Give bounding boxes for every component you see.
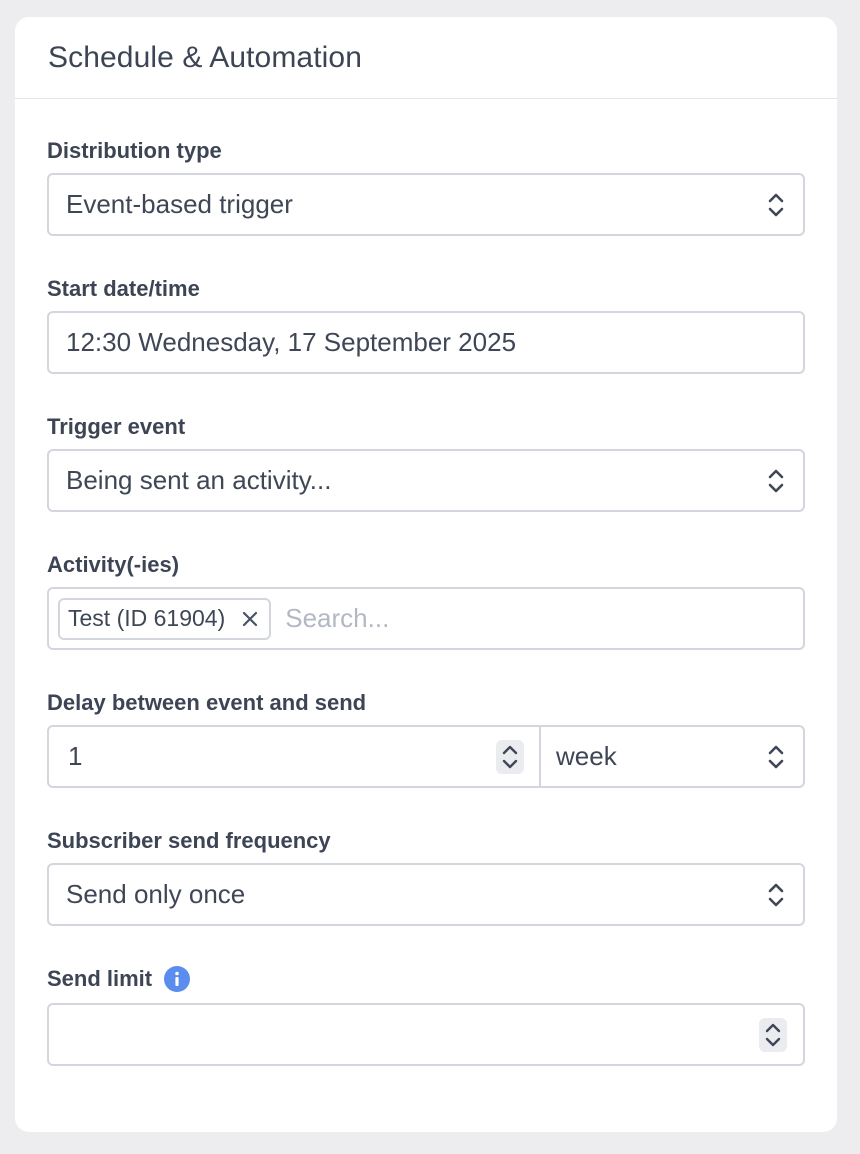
trigger-event-select[interactable]: Being sent an activity... bbox=[47, 449, 805, 512]
start-datetime-input[interactable]: 12:30 Wednesday, 17 September 2025 bbox=[47, 311, 805, 374]
card-body: Distribution type Event-based trigger St… bbox=[15, 136, 837, 1066]
stepper-updown-icon bbox=[765, 1023, 781, 1046]
activity-chip-label: Test (ID 61904) bbox=[68, 605, 226, 631]
activities-multiselect[interactable]: Test (ID 61904) bbox=[47, 587, 805, 650]
send-limit-label-row: Send limit bbox=[47, 964, 805, 994]
delay-amount-input[interactable]: 1 bbox=[49, 727, 541, 786]
close-icon[interactable] bbox=[241, 610, 259, 628]
activities-field: Activity(-ies) Test (ID 61904) bbox=[47, 550, 805, 650]
send-frequency-value: Send only once bbox=[66, 879, 246, 909]
send-frequency-label: Subscriber send frequency bbox=[47, 828, 331, 853]
send-limit-stepper[interactable] bbox=[759, 1017, 787, 1052]
send-limit-field: Send limit bbox=[47, 964, 805, 1066]
trigger-event-value: Being sent an activity... bbox=[66, 465, 332, 495]
stepper-updown-icon bbox=[502, 745, 518, 768]
select-updown-icon bbox=[768, 193, 784, 216]
delay-unit-value: week bbox=[556, 741, 617, 771]
distribution-type-label: Distribution type bbox=[47, 138, 222, 163]
select-updown-icon bbox=[768, 469, 784, 492]
activity-chip: Test (ID 61904) bbox=[58, 597, 272, 640]
send-frequency-select[interactable]: Send only once bbox=[47, 863, 805, 926]
card-title: Schedule & Automation bbox=[48, 41, 362, 74]
select-updown-icon bbox=[768, 883, 784, 906]
delay-unit-select[interactable]: week bbox=[541, 727, 803, 786]
activities-label: Activity(-ies) bbox=[47, 552, 180, 577]
delay-label: Delay between event and send bbox=[47, 690, 367, 715]
delay-group: 1 week bbox=[47, 725, 805, 788]
delay-stepper[interactable] bbox=[496, 739, 524, 774]
send-limit-input[interactable] bbox=[47, 1003, 805, 1066]
delay-field: Delay between event and send 1 week bbox=[47, 688, 805, 788]
delay-amount-value: 1 bbox=[68, 741, 83, 771]
activities-search-input[interactable] bbox=[285, 603, 586, 634]
schedule-automation-card: Schedule & Automation Distribution type … bbox=[15, 17, 837, 1132]
distribution-type-select[interactable]: Event-based trigger bbox=[47, 173, 805, 236]
start-datetime-label: Start date/time bbox=[47, 276, 200, 301]
trigger-event-field: Trigger event Being sent an activity... bbox=[47, 412, 805, 512]
distribution-type-field: Distribution type Event-based trigger bbox=[47, 136, 805, 236]
trigger-event-label: Trigger event bbox=[47, 414, 186, 439]
send-limit-label: Send limit bbox=[47, 966, 153, 991]
send-frequency-field: Subscriber send frequency Send only once bbox=[47, 826, 805, 926]
distribution-type-value: Event-based trigger bbox=[66, 189, 293, 219]
card-header: Schedule & Automation bbox=[15, 17, 837, 99]
start-datetime-field: Start date/time 12:30 Wednesday, 17 Sept… bbox=[47, 274, 805, 374]
info-icon[interactable] bbox=[164, 966, 191, 992]
start-datetime-value: 12:30 Wednesday, 17 September 2025 bbox=[66, 327, 517, 357]
select-updown-icon bbox=[768, 745, 784, 768]
